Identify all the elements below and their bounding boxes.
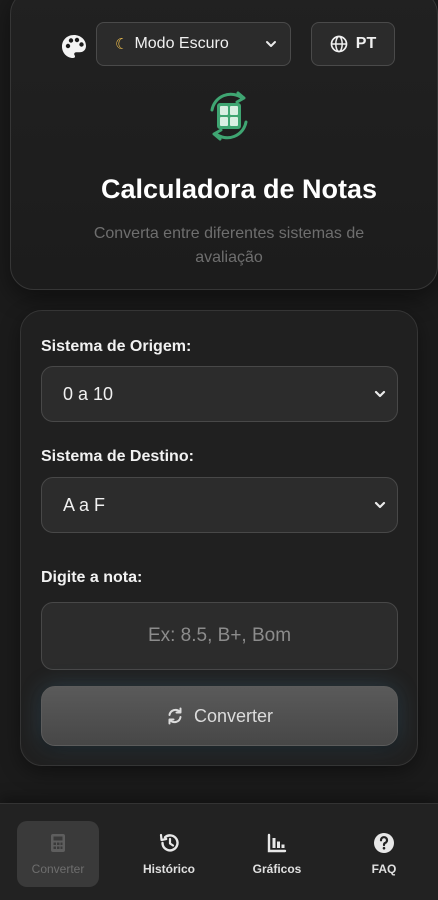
nav-item-converter[interactable]: Converter: [17, 821, 99, 887]
bottom-nav: Converter Histórico Gráficos FAQ: [0, 803, 438, 900]
language-label: PT: [355, 35, 377, 52]
sync-icon: [168, 707, 182, 725]
grade-input[interactable]: [41, 602, 398, 670]
theme-select-value: Modo Escuro: [134, 35, 229, 52]
nav-item-faq[interactable]: FAQ: [343, 821, 425, 887]
calculator-icon: [51, 834, 65, 852]
source-system-select[interactable]: 0 a 10: [41, 366, 398, 422]
language-button[interactable]: PT: [311, 22, 395, 66]
nav-label: Converter: [31, 862, 85, 876]
nav-label: FAQ: [371, 862, 397, 876]
target-system-value: A a F: [63, 494, 106, 515]
nav-item-charts[interactable]: Gráficos: [236, 821, 318, 887]
nav-label: Gráficos: [252, 862, 302, 876]
convert-button[interactable]: Converter: [41, 686, 398, 746]
page-subtitle: Converta entre diferentes sistemas de av…: [93, 225, 365, 266]
theme-select[interactable]: ☾ Modo Escuro: [96, 22, 291, 66]
target-system-select[interactable]: A a F: [41, 477, 398, 533]
grade-input-label: Digite a nota:: [41, 569, 143, 586]
source-system-value: 0 a 10: [63, 383, 114, 404]
chevron-down-icon: [266, 41, 276, 47]
chevron-down-icon: [374, 501, 386, 509]
nav-label: Histórico: [142, 862, 195, 876]
globe-icon: [330, 35, 348, 53]
palette-icon: [60, 33, 88, 61]
target-system-label: Sistema de Destino:: [41, 448, 194, 465]
convert-button-label: Converter: [193, 705, 274, 726]
nav-item-history[interactable]: Histórico: [128, 821, 210, 887]
question-icon: [374, 833, 394, 853]
calculator-sync-icon: [202, 88, 256, 144]
moon-icon: ☾: [115, 36, 129, 53]
history-icon: [159, 833, 179, 852]
source-system-label: Sistema de Origem:: [41, 338, 192, 355]
chevron-down-icon: [374, 390, 386, 398]
page-title: Calculadora de Notas: [100, 174, 378, 204]
chart-icon: [267, 833, 287, 853]
